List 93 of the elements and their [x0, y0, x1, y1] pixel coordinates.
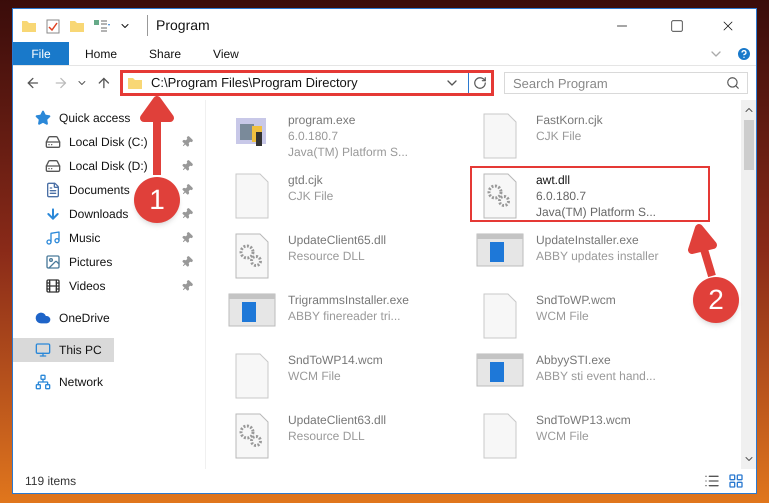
large-icons-view-icon[interactable]	[728, 473, 744, 489]
blank-file-icon	[234, 172, 270, 220]
file-detail: Resource DLL	[288, 248, 366, 264]
file-detail: WCM File	[536, 428, 590, 444]
file-item[interactable]: TrigrammsInstaller.exe ABBY finereader tri...	[222, 286, 419, 342]
file-name: FastKorn.cjk	[536, 112, 603, 128]
nav-item[interactable]: Downloads	[45, 202, 128, 226]
file-detail: WCM File	[536, 308, 590, 324]
blank-file-icon	[234, 352, 270, 400]
callout-arrow	[688, 224, 717, 280]
scrollbar[interactable]	[741, 100, 756, 469]
file-item[interactable]: program.exe 6.0.180.7 Java(TM) Platform S...	[222, 106, 418, 162]
file-item[interactable]: gtd.cjk CJK File	[222, 166, 344, 222]
file-detail: CJK File	[288, 188, 334, 204]
file-name: UpdateClient65.dll	[288, 232, 386, 248]
scroll-thumb[interactable]	[744, 120, 754, 170]
address-path: C:\Program Files\Program Directory	[151, 74, 359, 92]
ribbon-tab[interactable]: View	[197, 42, 255, 65]
monitor-icon	[35, 342, 51, 358]
document-icon	[45, 182, 61, 198]
folder-icon	[127, 75, 144, 91]
file-name: SndToWP.wcm	[536, 292, 616, 308]
file-name: gtd.cjk	[288, 172, 324, 188]
nav-item[interactable]: Local Disk (C:)	[45, 130, 148, 154]
ribbon-tab[interactable]: Home	[69, 42, 134, 65]
file-name: SndToWP14.wcm	[288, 352, 383, 368]
file-name: TrigrammsInstaller.exe	[288, 292, 409, 308]
nav-item[interactable]: Pictures	[45, 250, 112, 274]
file-item[interactable]: UpdateClient65.dll Resource DLL	[222, 226, 396, 282]
file-name: SndToWP13.wcm	[536, 412, 631, 428]
blank-file-icon	[482, 412, 518, 460]
nav-item[interactable]: Network	[35, 370, 104, 394]
file-name: program.exe	[288, 112, 356, 128]
gear-file-icon	[234, 412, 270, 460]
file-item[interactable]: AbbyySTI.exe ABBY sti event hand...	[470, 346, 666, 402]
search-icon[interactable]	[726, 76, 740, 90]
file-item[interactable]: SndToWP13.wcm WCM File	[470, 406, 641, 462]
cloud-icon	[35, 310, 51, 326]
properties-icon[interactable]	[93, 18, 111, 34]
file-detail: 6.0.180.7	[536, 188, 588, 204]
installer-icon	[476, 352, 524, 388]
file-item[interactable]: UpdateInstaller.exe ABBY updates installer	[470, 226, 669, 282]
file-item[interactable]: awt.dll 6.0.180.7 Java(TM) Platform S...	[470, 166, 710, 222]
star-icon	[35, 110, 51, 126]
ribbon-tab[interactable]: File	[13, 42, 69, 65]
file-item[interactable]: FastKorn.cjk CJK File	[470, 106, 613, 162]
gear-file-icon	[482, 172, 518, 220]
file-detail: WCM File	[288, 368, 342, 384]
item-count: 119 items	[25, 473, 76, 490]
film-icon	[45, 278, 61, 294]
details-view-icon[interactable]	[704, 473, 720, 489]
file-name: UpdateClient63.dll	[288, 412, 386, 428]
refresh-icon[interactable]	[473, 76, 488, 90]
back-icon[interactable]	[25, 75, 41, 91]
file-detail: ABBY updates installer	[536, 248, 659, 264]
help-icon[interactable]	[736, 46, 752, 62]
nav-item[interactable]: Quick access	[35, 106, 130, 130]
file-detail: Java(TM) Platform S...	[288, 144, 408, 160]
file-detail: ABBY finereader tri...	[288, 308, 402, 324]
nav-item[interactable]: Documents	[45, 178, 130, 202]
file-name: awt.dll	[536, 172, 572, 188]
blank-file-icon	[482, 292, 518, 340]
search-field[interactable]: Search Program	[504, 72, 748, 94]
installer-icon	[476, 232, 524, 268]
blank-file-icon	[482, 112, 518, 160]
checklist-icon[interactable]	[45, 18, 61, 34]
nav-item[interactable]: Music	[45, 226, 100, 250]
download-icon	[45, 206, 61, 222]
file-detail: 6.0.180.7	[288, 128, 340, 144]
installer-icon	[228, 292, 276, 328]
gear-file-icon	[234, 232, 270, 280]
nav-item[interactable]: Videos	[45, 274, 106, 298]
drive-icon	[45, 134, 61, 150]
network-icon	[35, 374, 51, 390]
file-item[interactable]: SndToWP.wcm WCM File	[470, 286, 626, 342]
music-note-icon	[45, 230, 61, 246]
file-detail: Java(TM) Platform S...	[536, 204, 656, 220]
file-detail: CJK File	[536, 128, 582, 144]
nav-item[interactable]: This PC	[13, 338, 114, 362]
file-item[interactable]: SndToWP14.wcm WCM File	[222, 346, 393, 402]
maximize-icon[interactable]	[670, 18, 684, 32]
image-icon	[45, 254, 61, 270]
file-detail: ABBY sti event hand...	[536, 368, 656, 384]
drive-icon	[45, 158, 61, 174]
file-detail: Resource DLL	[288, 428, 366, 444]
file-name: AbbyySTI.exe	[536, 352, 612, 368]
address-bar[interactable]: C:\Program Files\Program Directory	[120, 70, 494, 96]
file-item[interactable]: UpdateClient63.dll Resource DLL	[222, 406, 396, 462]
nav-item[interactable]: Local Disk (D:)	[45, 154, 148, 178]
ribbon-tab[interactable]: Share	[133, 42, 198, 65]
nav-item[interactable]: OneDrive	[35, 306, 110, 330]
window-title: Program	[147, 15, 210, 36]
file-name: UpdateInstaller.exe	[536, 232, 640, 248]
